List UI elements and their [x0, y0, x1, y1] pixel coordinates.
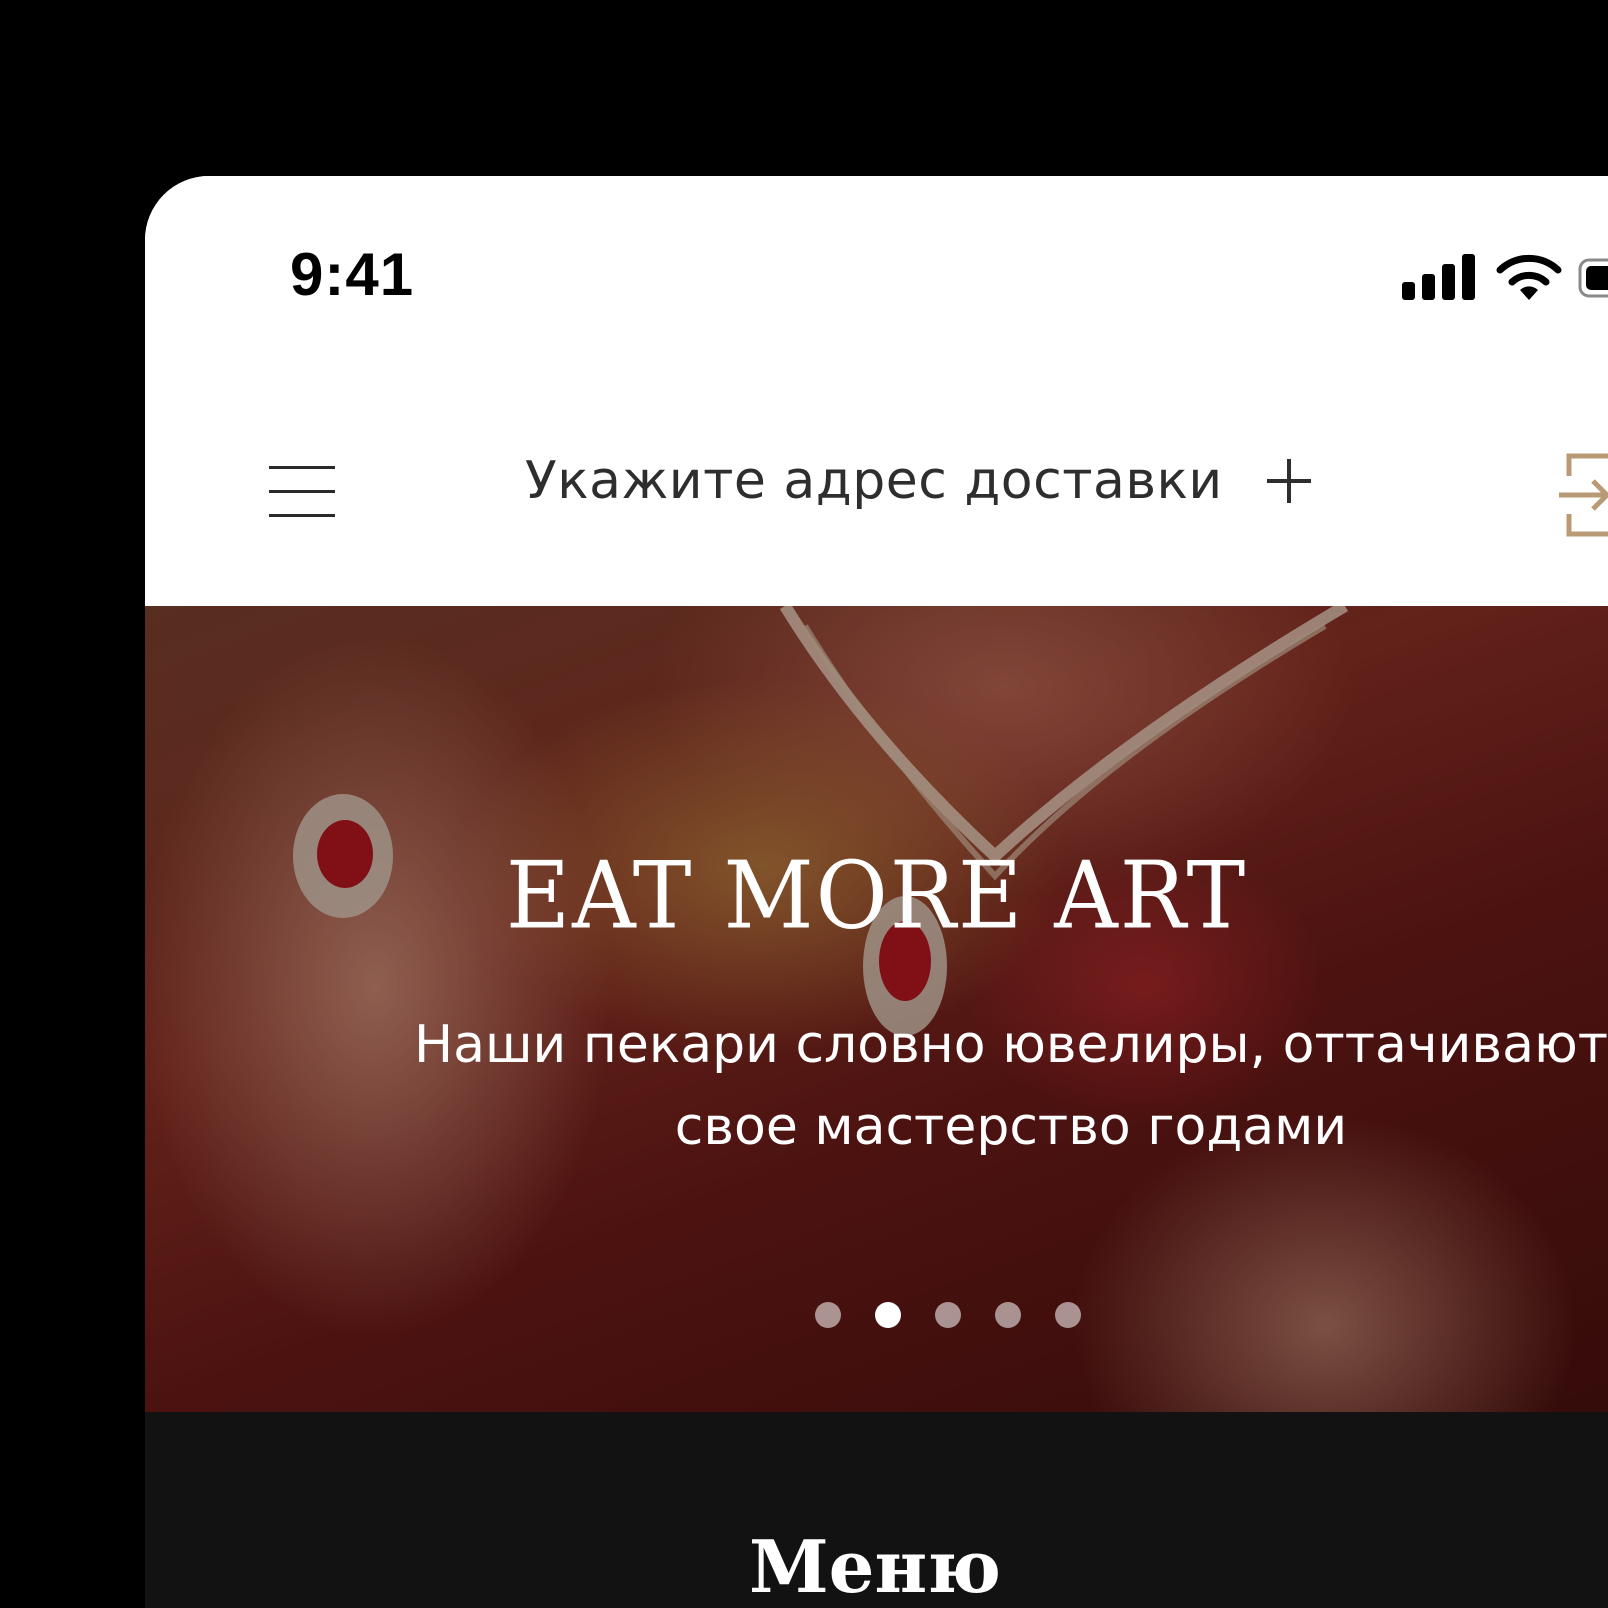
signal-icon [1402, 254, 1475, 300]
status-time: 9:41 [290, 241, 415, 308]
carousel-dot-4[interactable] [995, 1302, 1021, 1328]
status-bar: 9:41 [145, 176, 1608, 366]
battery-icon [1578, 258, 1608, 298]
app-header: Укажите адрес доставки [145, 366, 1608, 596]
carousel-dot-2[interactable] [875, 1302, 901, 1328]
hero-subtitle-line-1: Наши пекари словно ювелиры, оттачивают [413, 1015, 1608, 1075]
phone-screen: 9:41 Укажите адрес доставки EAT MORE ART… [145, 176, 1608, 1608]
hero-subtitle-line-2: свое мастерство годами [674, 1097, 1348, 1157]
hero-subtitle: Наши пекари словно ювелиры, оттачивают с… [281, 1004, 1608, 1168]
hero-title: EAT MORE ART [505, 841, 1248, 950]
wifi-icon [1496, 254, 1562, 300]
carousel-dot-3[interactable] [935, 1302, 961, 1328]
delivery-address-button[interactable]: Укажите адрес доставки [525, 436, 1311, 526]
delivery-address-label: Укажите адрес доставки [525, 451, 1223, 511]
menu-heading: Меню [748, 1524, 1002, 1608]
carousel-dot-5[interactable] [1055, 1302, 1081, 1328]
hero-banner[interactable]: EAT MORE ART Наши пекари словно ювелиры,… [145, 606, 1608, 1412]
carousel-dots [815, 1302, 1081, 1330]
menu-section: Меню [145, 1412, 1608, 1608]
carousel-dot-1[interactable] [815, 1302, 841, 1328]
hamburger-icon[interactable] [269, 466, 335, 518]
plus-icon [1266, 459, 1311, 503]
login-icon[interactable] [1557, 450, 1608, 540]
